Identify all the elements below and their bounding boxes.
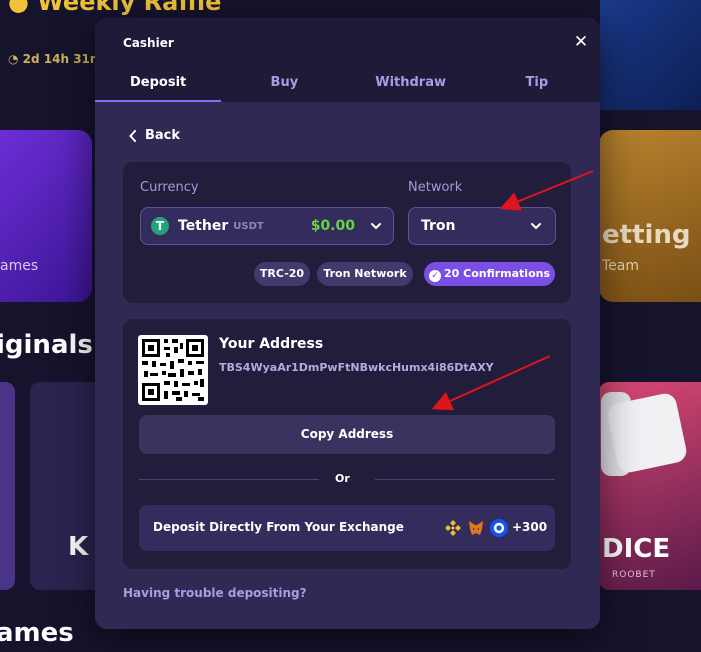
tab-tip[interactable]: Tip xyxy=(474,66,600,102)
dice-image xyxy=(605,391,689,475)
currency-network-panel: Currency Network T Tether USDT $0.00 Tro… xyxy=(123,162,571,303)
modal-title: Cashier xyxy=(123,36,174,50)
currency-balance: $0.00 xyxy=(310,218,355,234)
badge-confirmations-label: 20 Confirmations xyxy=(443,267,551,280)
badge-network: Tron Network xyxy=(317,262,413,286)
tab-buy[interactable]: Buy xyxy=(221,66,347,102)
raffle-title: ● Weekly Raffle xyxy=(8,0,222,16)
promo-card-left[interactable] xyxy=(0,130,92,302)
or-separator: Or xyxy=(335,472,350,485)
games-heading: ames xyxy=(0,618,74,648)
network-label: Network xyxy=(408,180,463,195)
chevron-down-icon xyxy=(371,223,381,230)
currency-label: Currency xyxy=(140,180,199,195)
copy-address-button[interactable]: Copy Address xyxy=(139,415,555,454)
promo-card-right-title: etting xyxy=(602,220,691,250)
game-tile-left-title: K xyxy=(68,532,89,562)
back-button[interactable]: Back xyxy=(129,128,180,143)
raffle-timer: ◔ 2d 14h 31m xyxy=(8,52,103,66)
clock-icon: ◔ xyxy=(8,52,23,66)
deposit-address[interactable]: TBS4WyaAr1DmPwFtNBwkcHumx4i86DtAXY xyxy=(219,361,494,374)
originals-heading: iginals xyxy=(0,330,93,360)
check-icon: ✓ xyxy=(428,270,441,282)
promo-card-left-label: ames xyxy=(0,258,39,274)
promo-card-right-sub: Team xyxy=(602,258,640,274)
divider-right xyxy=(375,479,555,480)
badge-token-standard: TRC-20 xyxy=(254,262,310,286)
back-label: Back xyxy=(145,128,181,143)
network-select[interactable]: Tron xyxy=(408,207,556,245)
metamask-icon xyxy=(469,521,483,535)
game-tile-dice-sub: ROOBET xyxy=(612,570,656,580)
currency-code: USDT xyxy=(233,220,264,232)
currency-name: Tether xyxy=(178,218,229,234)
close-icon[interactable]: ✕ xyxy=(571,32,591,52)
network-name: Tron xyxy=(421,218,456,234)
divider-left xyxy=(139,479,319,480)
address-title: Your Address xyxy=(219,336,324,352)
address-panel: Your Address TBS4WyaAr1DmPwFtNBwkcHumx4i… xyxy=(123,319,571,569)
modal-header: Cashier ✕ Deposit Buy Withdraw Tip xyxy=(95,18,600,102)
currency-select[interactable]: T Tether USDT $0.00 xyxy=(140,207,394,245)
deposit-from-exchange-button[interactable]: Deposit Directly From Your Exchange +300 xyxy=(139,505,555,551)
qr-code xyxy=(138,335,208,405)
game-tile-dice-title: DICE xyxy=(602,534,671,564)
badge-confirmations: ✓ 20 Confirmations xyxy=(424,262,555,286)
chevron-left-icon xyxy=(129,129,136,142)
tab-withdraw[interactable]: Withdraw xyxy=(348,66,474,102)
binance-icon xyxy=(445,520,461,536)
cashier-tabs: Deposit Buy Withdraw Tip xyxy=(95,66,600,102)
chevron-down-icon xyxy=(531,223,541,230)
exchange-label: Deposit Directly From Your Exchange xyxy=(153,520,404,534)
game-tile-left-edge[interactable] xyxy=(0,382,15,590)
qr-code-icon xyxy=(142,339,204,401)
exchange-more-count: +300 xyxy=(512,520,548,534)
promo-banner-top-right[interactable] xyxy=(600,0,701,110)
promo-card-right[interactable] xyxy=(599,130,701,302)
help-link[interactable]: Having trouble depositing? xyxy=(123,586,307,600)
tether-icon: T xyxy=(151,217,169,235)
tab-deposit[interactable]: Deposit xyxy=(95,66,222,102)
coinbase-icon xyxy=(490,519,508,537)
cashier-modal: Cashier ✕ Deposit Buy Withdraw Tip Back … xyxy=(95,18,600,629)
